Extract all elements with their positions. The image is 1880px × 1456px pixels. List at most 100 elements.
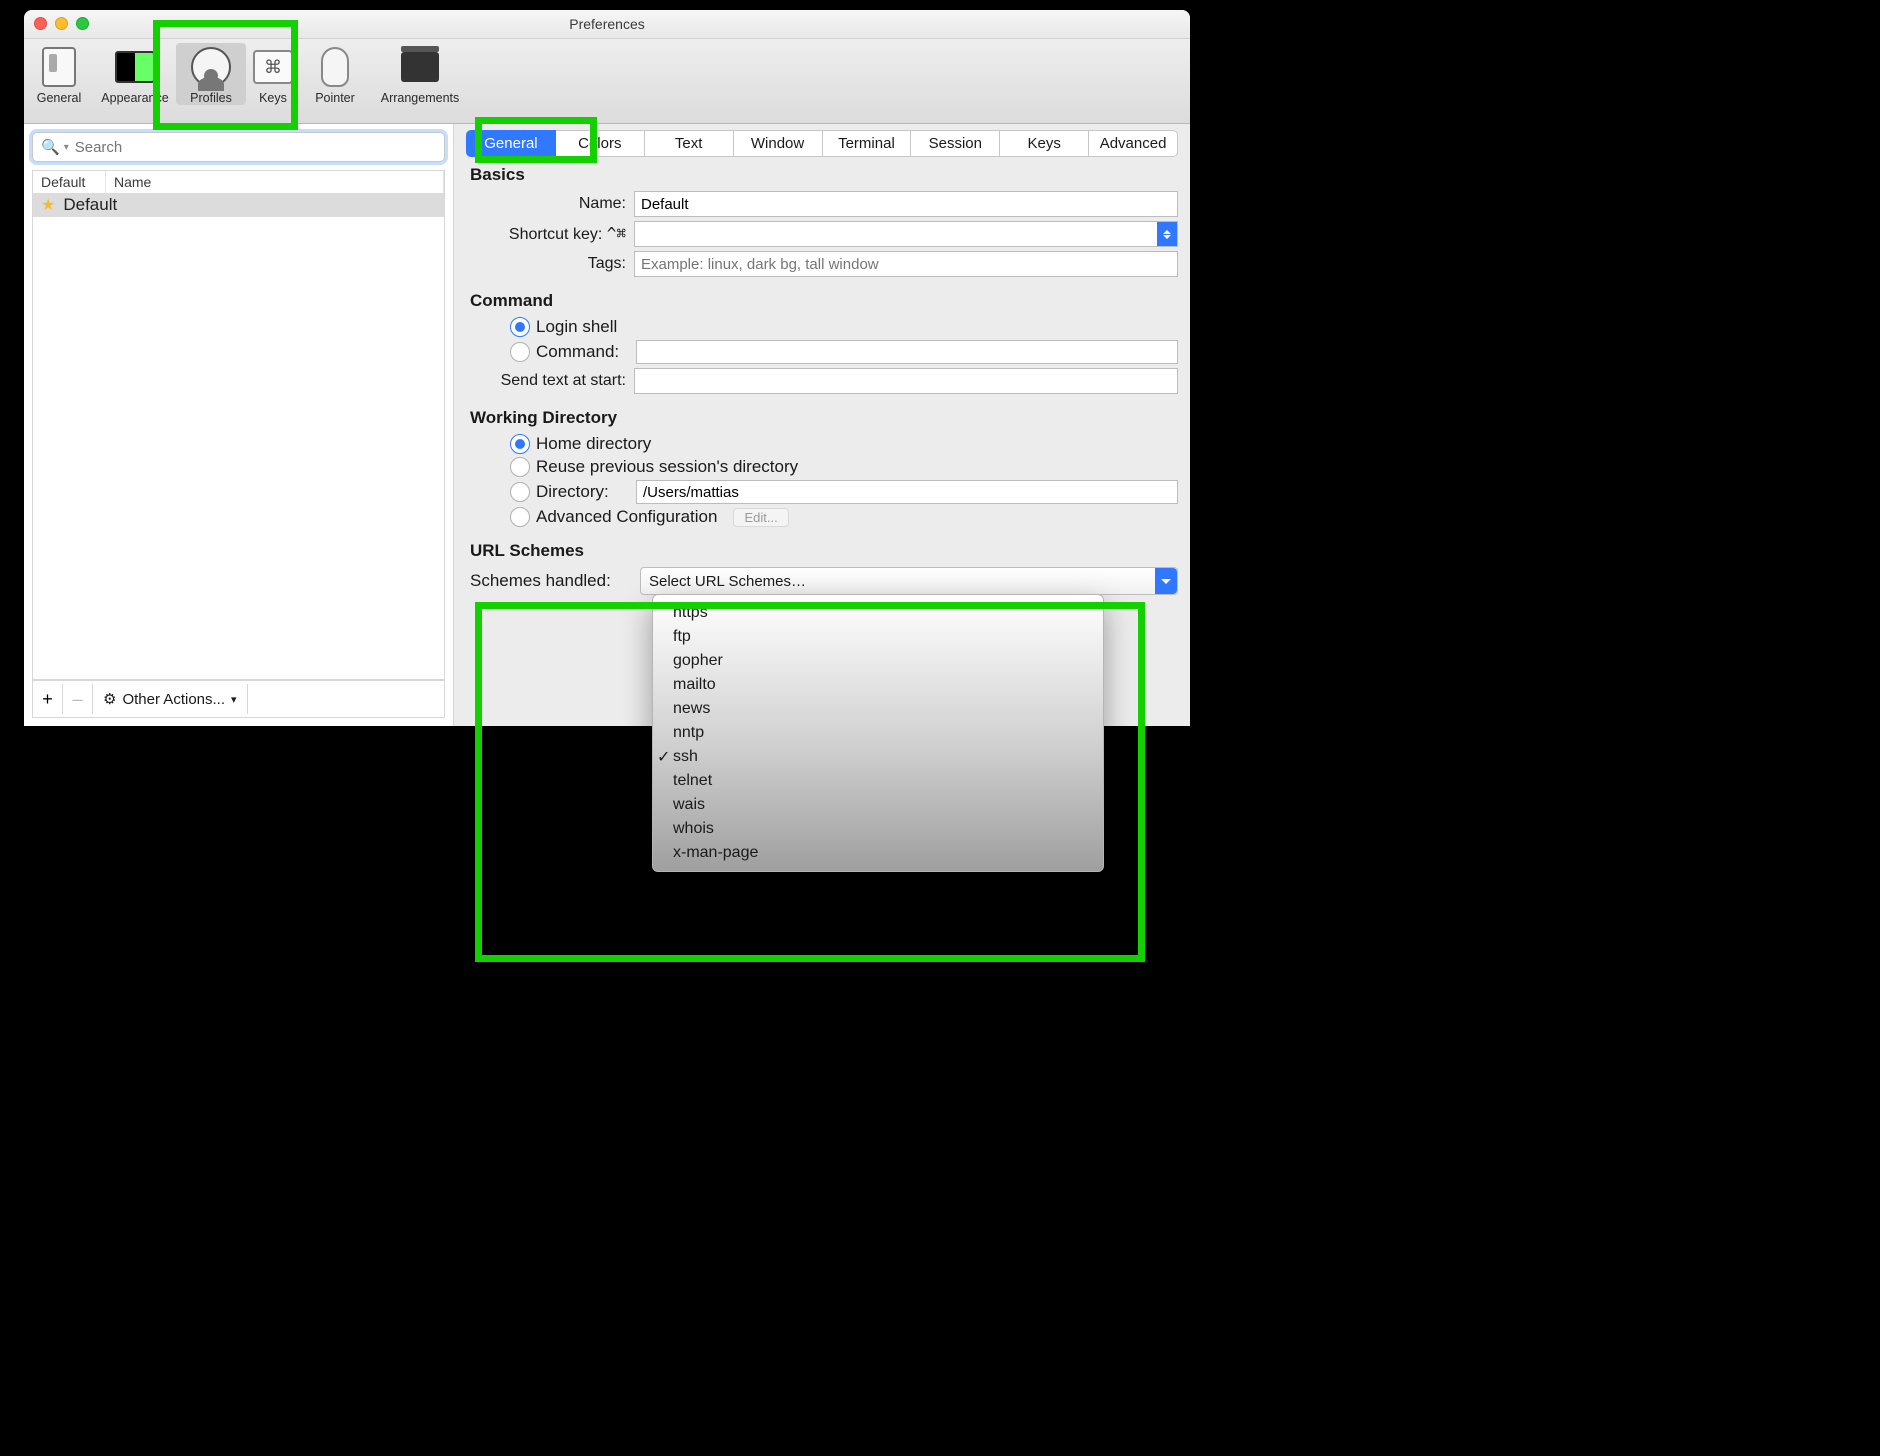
star-icon: ★ [41, 195, 55, 215]
custom-dir-field[interactable] [636, 480, 1178, 504]
pointer-icon [321, 47, 349, 87]
window-controls [34, 17, 89, 30]
name-field[interactable] [634, 191, 1178, 217]
minimize-button[interactable] [55, 17, 68, 30]
scheme-option-gopher[interactable]: gopher [653, 649, 1103, 673]
scheme-option-mailto[interactable]: mailto [653, 673, 1103, 697]
send-text-label: Send text at start: [466, 372, 634, 390]
chevron-down-icon: ▾ [231, 693, 237, 706]
toolbar-pointer[interactable]: Pointer [300, 43, 370, 105]
name-label: Name: [466, 195, 634, 213]
scheme-option-ssh[interactable]: ✓ssh [653, 745, 1103, 769]
edit-button[interactable]: Edit... [733, 508, 788, 527]
command-title: Command [470, 291, 1178, 311]
chevron-down-icon [1155, 568, 1177, 594]
tab-terminal[interactable]: Terminal [823, 130, 912, 157]
advanced-config-label: Advanced Configuration [536, 507, 717, 527]
titlebar: Preferences [24, 10, 1190, 39]
add-profile-button[interactable]: + [33, 684, 63, 714]
arrangements-icon [401, 52, 439, 82]
chevron-down-icon: ▾ [64, 142, 69, 153]
toolbar-arrangements[interactable]: Arrangements [370, 43, 470, 105]
search-input[interactable] [73, 138, 436, 157]
close-button[interactable] [34, 17, 47, 30]
profile-list[interactable]: ★ Default [32, 193, 445, 680]
appearance-icon [115, 51, 155, 83]
basics-title: Basics [470, 165, 1178, 185]
tab-session[interactable]: Session [911, 130, 1000, 157]
tab-advanced[interactable]: Advanced [1089, 130, 1178, 157]
sidebar-footer: + – ⚙ Other Actions... ▾ [32, 680, 445, 718]
scheme-option-ftp[interactable]: ftp [653, 625, 1103, 649]
tab-general[interactable]: General [466, 130, 556, 157]
command-label: Command: [536, 342, 624, 362]
command-field[interactable] [636, 340, 1178, 364]
login-shell-label: Login shell [536, 317, 617, 337]
scheme-option-nntp[interactable]: nntp [653, 721, 1103, 745]
check-icon: ✓ [657, 747, 670, 767]
schemes-select[interactable]: Select URL Schemes… [640, 567, 1178, 595]
home-dir-label: Home directory [536, 434, 651, 454]
schemes-placeholder: Select URL Schemes… [649, 573, 806, 590]
toolbar-general-label: General [24, 91, 94, 105]
gear-icon: ⚙ [103, 690, 116, 708]
preferences-window: Preferences General Appearance Profiles … [24, 10, 1190, 720]
command-radio[interactable] [510, 342, 530, 362]
toolbar-keys[interactable]: ⌘ Keys [246, 43, 300, 105]
schemes-label: Schemes handled: [466, 571, 640, 591]
toolbar-arrangements-label: Arrangements [370, 91, 470, 105]
header-name[interactable]: Name [106, 171, 444, 193]
tab-window[interactable]: Window [734, 130, 823, 157]
search-field[interactable]: 🔍 ▾ [32, 132, 445, 162]
reuse-dir-label: Reuse previous session's directory [536, 457, 798, 477]
window-title: Preferences [569, 16, 644, 32]
home-dir-radio[interactable] [510, 434, 530, 454]
tags-field[interactable] [634, 251, 1178, 277]
profile-icon [191, 47, 231, 87]
other-actions-label: Other Actions... [122, 691, 225, 708]
other-actions-menu[interactable]: ⚙ Other Actions... ▾ [93, 684, 248, 714]
general-icon [42, 47, 76, 87]
profile-sidebar: 🔍 ▾ Default Name ★ Default + – ⚙ Other A… [24, 124, 454, 726]
stepper-arrows-icon [1157, 222, 1177, 246]
scheme-option-wais[interactable]: wais [653, 793, 1103, 817]
profile-list-header: Default Name [32, 170, 445, 193]
scheme-option-x-man-page[interactable]: x-man-page [653, 841, 1103, 865]
advanced-config-radio[interactable] [510, 507, 530, 527]
profile-tabs: General Colors Text Window Terminal Sess… [466, 130, 1178, 157]
toolbar-keys-label: Keys [246, 91, 300, 105]
reuse-dir-radio[interactable] [510, 457, 530, 477]
profile-name: Default [63, 195, 117, 215]
toolbar: General Appearance Profiles ⌘ Keys Point… [24, 39, 1190, 124]
toolbar-profiles-label: Profiles [176, 91, 246, 105]
url-schemes-title: URL Schemes [470, 541, 1178, 561]
send-text-field[interactable] [634, 368, 1178, 394]
toolbar-pointer-label: Pointer [300, 91, 370, 105]
profile-row[interactable]: ★ Default [33, 193, 444, 217]
shortcut-key-select[interactable] [634, 221, 1178, 247]
tab-keys[interactable]: Keys [1000, 130, 1089, 157]
toolbar-profiles[interactable]: Profiles [176, 43, 246, 105]
toolbar-appearance[interactable]: Appearance [94, 43, 176, 105]
scheme-option-news[interactable]: news [653, 697, 1103, 721]
remove-profile-button[interactable]: – [63, 684, 93, 714]
toolbar-appearance-label: Appearance [94, 91, 176, 105]
custom-dir-radio[interactable] [510, 482, 530, 502]
working-dir-title: Working Directory [470, 408, 1178, 428]
header-default[interactable]: Default [33, 171, 106, 193]
zoom-button[interactable] [76, 17, 89, 30]
search-icon: 🔍 [41, 138, 60, 156]
login-shell-radio[interactable] [510, 317, 530, 337]
custom-dir-label: Directory: [536, 482, 624, 502]
scheme-option-https[interactable]: https [653, 601, 1103, 625]
tags-label: Tags: [466, 255, 634, 273]
schemes-dropdown: https ftp gopher mailto news nntp ✓ssh t… [652, 594, 1104, 872]
shortcut-label: Shortcut key: ^⌘ [466, 224, 634, 244]
toolbar-general[interactable]: General [24, 43, 94, 105]
scheme-option-telnet[interactable]: telnet [653, 769, 1103, 793]
profile-settings: General Colors Text Window Terminal Sess… [454, 124, 1190, 726]
tab-text[interactable]: Text [645, 130, 734, 157]
scheme-option-whois[interactable]: whois [653, 817, 1103, 841]
keys-icon: ⌘ [253, 50, 293, 84]
tab-colors[interactable]: Colors [556, 130, 645, 157]
